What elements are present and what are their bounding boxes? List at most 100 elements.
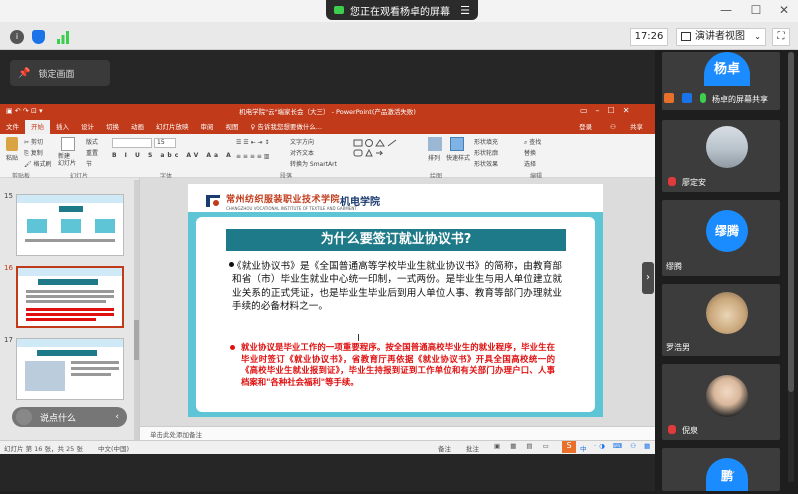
new-slide-label[interactable]: 新建 幻灯片	[58, 153, 76, 167]
tab-transitions[interactable]: 切换	[100, 120, 125, 134]
share-label: 共享	[630, 123, 643, 131]
notes-pane[interactable]: 单击此处添加备注	[140, 426, 655, 440]
cut-button[interactable]: ✂ 剪切	[24, 137, 43, 146]
slide-bullet-1[interactable]: 《就业协议书》是《全国普通高等学校毕业生就业协议书》的简称，由教育部和省（市）毕…	[232, 260, 562, 314]
tab-slideshow[interactable]: 幻灯片放映	[150, 120, 195, 134]
participant-avatar-photo	[706, 292, 748, 334]
align-text-button[interactable]: 对齐文本	[290, 148, 314, 157]
cut-label: 剪切	[30, 139, 43, 146]
lock-view-button[interactable]: 📌 锁定画面	[10, 60, 110, 86]
participant-name: 倪泉	[682, 426, 698, 435]
slide-thumbnail[interactable]	[16, 194, 124, 256]
participant-avatar-photo	[706, 126, 748, 168]
microphone-icon[interactable]	[16, 409, 32, 425]
smartart-button[interactable]: 转换为 SmartArt	[290, 159, 337, 168]
panel-toggle-arrow[interactable]: ›	[642, 262, 654, 294]
layout-button[interactable]: 版式	[86, 137, 98, 146]
slide-number: 15	[4, 192, 13, 200]
ppt-window-title: 机电学院"云"端家长会（大三） - PowerPoint(产品激活失败)	[0, 104, 655, 120]
meeting-timer: 17:26	[630, 28, 668, 46]
tab-review[interactable]: 审阅	[195, 120, 220, 134]
shape-fill-button[interactable]: 形状填充	[474, 137, 498, 146]
slide-count: 幻灯片 第 16 张，共 25 张	[4, 445, 83, 453]
fullscreen-icon[interactable]: ⛶	[772, 28, 790, 46]
shapes-gallery[interactable]	[352, 138, 416, 166]
tab-insert[interactable]: 插入	[50, 120, 75, 134]
screen-bottom-area	[0, 454, 655, 491]
text-direction-button[interactable]: 文字方向	[290, 137, 314, 146]
slide-number: 16	[4, 264, 13, 272]
tell-me-search[interactable]: ♀ 告诉我您想要做什么...	[245, 120, 329, 134]
paste-icon[interactable]	[6, 137, 18, 151]
screen-share-banner[interactable]: 您正在观看杨卓的屏幕 ☰	[326, 0, 478, 20]
shield-icon[interactable]	[32, 30, 45, 44]
font-name-select[interactable]	[112, 138, 152, 148]
ppt-status-bar: 幻灯片 第 16 张，共 25 张 中文(中国) 备注 批注 ▣ ▦ ▤ ▭ S…	[0, 440, 655, 454]
replace-button[interactable]: 替换	[524, 148, 536, 157]
ppt-window-controls[interactable]: ▭–☐✕	[580, 106, 650, 118]
find-button[interactable]: ⌕ 查找	[524, 137, 541, 147]
quick-styles-icon[interactable]	[450, 137, 464, 151]
college-name-english: CHANGZHOU VOCATIONAL INSTITUTE OF TEXTIL…	[226, 206, 357, 211]
slide-thumbnail[interactable]	[16, 338, 124, 400]
select-button[interactable]: 选择	[524, 159, 536, 168]
notes-toggle[interactable]: 备注	[438, 443, 451, 453]
arrange-icon[interactable]	[428, 137, 442, 151]
bullet-dot-red	[230, 345, 235, 350]
comments-toggle[interactable]: 批注	[466, 443, 479, 453]
ime-toolbar-icons[interactable]: ·◑ ⌨ ⚇ ▦	[594, 442, 653, 450]
slide-title[interactable]: 为什么要签订就业协议书?	[226, 229, 566, 251]
login-link[interactable]: 登录	[573, 120, 598, 134]
participant-name: 廖定安	[682, 178, 706, 187]
copy-label: 复制	[30, 150, 43, 157]
tab-view[interactable]: 视图	[220, 120, 245, 134]
chevron-down-icon: ⌄	[754, 32, 761, 41]
paste-label[interactable]: 粘贴	[6, 153, 18, 162]
section-button[interactable]: 节	[86, 159, 92, 168]
font-format-buttons[interactable]: B I U S abc AV Aa A	[112, 152, 234, 159]
thumbnails-scrollbar[interactable]	[134, 180, 139, 440]
chat-input-label: 说点什么	[40, 413, 77, 424]
participant-name: 罗浩男	[666, 343, 690, 352]
person-icon: ⚇	[610, 123, 618, 131]
participants-scroll-handle[interactable]	[788, 52, 794, 392]
share-button[interactable]: ⚇ 共享	[598, 120, 655, 134]
font-size-select[interactable]: 15	[154, 138, 176, 148]
microphone-muted-icon	[668, 425, 676, 434]
shape-outline-button[interactable]: 形状轮廓	[474, 148, 498, 157]
tab-file[interactable]: 文件	[0, 120, 25, 134]
chevron-down-icon[interactable]: ⌄	[722, 463, 742, 483]
thumbnails-scroll-handle[interactable]	[134, 320, 139, 360]
quick-access-toolbar[interactable]: ▣ ↶ ↷ ⊡ ▾	[6, 107, 66, 117]
close-icon[interactable]: ✕	[774, 2, 794, 18]
minimize-icon[interactable]: —	[716, 2, 736, 18]
copy-button[interactable]: ⎘ 复制	[24, 148, 43, 158]
quick-styles-label[interactable]: 快速样式	[446, 153, 470, 162]
list-buttons[interactable]: ☰ ☰ ⇤ ⇥ ↕	[236, 139, 269, 146]
participant-avatar-photo	[706, 375, 748, 417]
maximize-icon[interactable]: ☐	[746, 2, 766, 18]
arrange-label[interactable]: 排列	[428, 153, 440, 162]
slide-number: 17	[4, 336, 13, 344]
college-logo-icon	[204, 191, 222, 209]
copy-icon: ⎘	[24, 150, 31, 157]
align-buttons[interactable]: ≡ ≡ ≡ ≡ ▥	[236, 153, 269, 160]
reset-button[interactable]: 重置	[86, 148, 98, 157]
shape-effect-button[interactable]: 形状效果	[474, 159, 498, 168]
new-slide-icon[interactable]	[61, 137, 75, 151]
format-painter-button[interactable]: 🖌 格式刷	[24, 159, 52, 168]
slide-thumbnail-selected[interactable]	[16, 266, 124, 328]
share-banner-text: 您正在观看杨卓的屏幕	[350, 6, 450, 18]
menu-icon[interactable]: ☰	[460, 4, 470, 17]
signal-icon[interactable]	[56, 30, 70, 44]
view-switch-icons[interactable]: ▣ ▦ ▤ ▭	[494, 442, 553, 450]
tab-design[interactable]: 设计	[75, 120, 100, 134]
tab-animations[interactable]: 动画	[125, 120, 150, 134]
view-mode-button[interactable]: 演讲者视图 ⌄	[676, 28, 766, 46]
ime-mode[interactable]: 中	[580, 443, 587, 453]
sogou-ime-icon[interactable]: S	[562, 441, 576, 453]
tab-home[interactable]: 开始	[25, 120, 50, 134]
participant-avatar: 缪腾	[706, 210, 748, 252]
slide-bullet-2[interactable]: 就业协议是毕业工作的一项重要程序。按全国普通高校毕业生的就业程序，毕业生在毕业时…	[241, 342, 555, 388]
find-label: 查找	[529, 139, 542, 146]
